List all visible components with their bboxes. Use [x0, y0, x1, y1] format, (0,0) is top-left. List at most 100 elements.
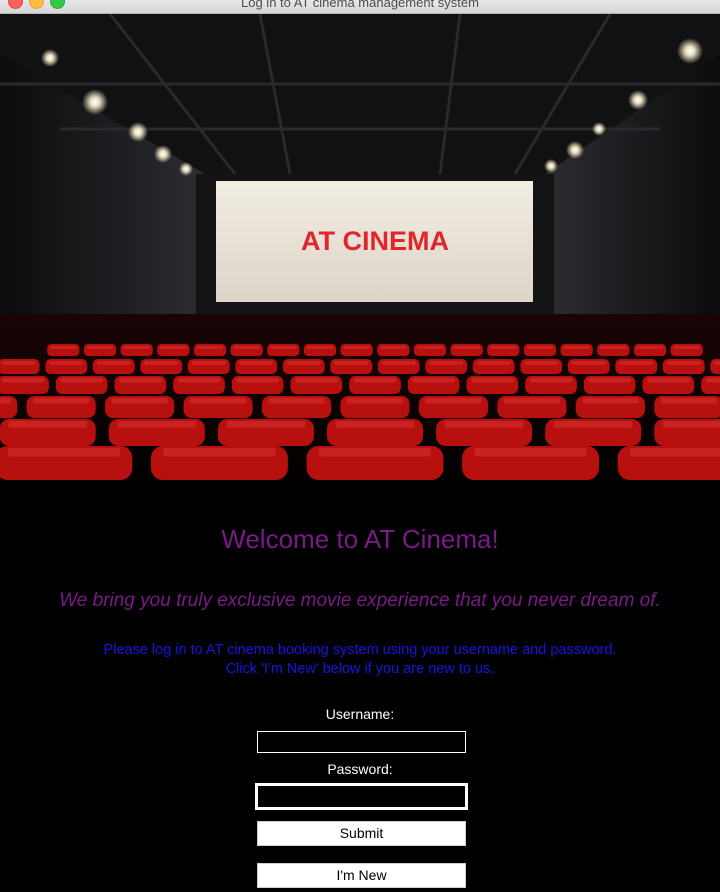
seat	[83, 344, 117, 356]
seat-highlight	[425, 398, 482, 404]
welcome-heading: Welcome to AT Cinema!	[221, 524, 499, 554]
seat	[413, 344, 447, 356]
submit-button[interactable]: Submit	[257, 821, 466, 846]
seat-highlight	[529, 378, 573, 383]
seat-highlight	[471, 378, 514, 383]
tagline-text: We bring you truly exclusive movie exper…	[59, 590, 661, 611]
cinema-hero-image: AT CINEMA	[0, 14, 720, 488]
seat-highlight	[1, 361, 36, 365]
seat-highlight	[503, 398, 561, 404]
seat-highlight	[526, 346, 554, 349]
seat-highlight	[588, 378, 631, 383]
instructions-line-2: Click 'I'm New' below if you are new to …	[225, 661, 495, 677]
seat-highlight	[236, 378, 279, 383]
seat	[267, 344, 300, 356]
seat-highlight	[50, 346, 77, 349]
seat-highlight	[268, 398, 325, 404]
seat	[377, 344, 410, 356]
seat-highlight	[563, 346, 590, 349]
seat	[303, 344, 337, 356]
seat-highlight	[335, 421, 415, 428]
seat-highlight	[86, 346, 114, 349]
seat-highlight	[490, 346, 517, 349]
seat-highlight	[60, 378, 103, 383]
seat-highlight	[191, 361, 226, 365]
seat-highlight	[714, 361, 720, 365]
seat-highlight	[239, 361, 274, 365]
seat-highlight	[353, 378, 397, 383]
seat-highlight	[0, 398, 11, 404]
seat-highlight	[1, 378, 45, 383]
window-titlebar: Log in to AT cinema management system	[0, 0, 720, 14]
seat-highlight	[119, 378, 162, 383]
window-title: Log in to AT cinema management system	[241, 0, 479, 10]
seat-highlight	[160, 346, 187, 349]
seat-highlight	[7, 448, 120, 457]
password-label: Password:	[327, 761, 393, 777]
seat	[487, 344, 520, 356]
seat-highlight	[553, 421, 633, 428]
seat-highlight	[630, 448, 720, 457]
seat-highlight	[96, 361, 131, 365]
seat	[633, 344, 667, 356]
seat-highlight	[474, 448, 587, 457]
seat-highlight	[163, 448, 276, 457]
seat-highlight	[32, 398, 90, 404]
seat-highlight	[571, 361, 606, 365]
seat	[597, 344, 630, 356]
password-input[interactable]	[255, 783, 468, 810]
seat	[193, 344, 227, 356]
seat-highlight	[412, 378, 455, 383]
seat-highlight	[286, 361, 321, 365]
seat	[523, 344, 557, 356]
seat-highlight	[196, 346, 224, 349]
screen-title: AT CINEMA	[301, 226, 449, 256]
seat	[47, 344, 80, 356]
seat-highlight	[343, 346, 370, 349]
seat-highlight	[444, 421, 524, 428]
seat-highlight	[429, 361, 464, 365]
username-input[interactable]	[257, 731, 466, 753]
seat-highlight	[663, 421, 720, 428]
seat-highlight	[416, 346, 444, 349]
username-label: Username:	[325, 706, 395, 722]
seat-highlight	[111, 398, 168, 404]
seat	[340, 344, 373, 356]
seat-highlight	[306, 346, 334, 349]
seat-highlight	[660, 398, 718, 404]
seat-highlight	[177, 378, 221, 383]
seat-highlight	[582, 398, 639, 404]
login-instructions: Please log in to AT cinema booking syste…	[0, 641, 720, 679]
seat	[670, 344, 703, 356]
seat-highlight	[144, 361, 179, 365]
seat-highlight	[666, 361, 701, 365]
seat-highlight	[226, 421, 306, 428]
seat-highlight	[600, 346, 627, 349]
seat-highlight	[673, 346, 700, 349]
seat	[120, 344, 153, 356]
im-new-button[interactable]: I'm New	[257, 863, 466, 888]
seat-highlight	[117, 421, 197, 428]
seat	[157, 344, 190, 356]
seat-highlight	[233, 346, 260, 349]
seat-highlight	[295, 378, 338, 383]
seat-highlight	[270, 346, 297, 349]
instructions-line-1: Please log in to AT cinema booking syste…	[103, 642, 617, 658]
seat-highlight	[319, 448, 431, 457]
seat-highlight	[123, 346, 150, 349]
seat-highlight	[647, 378, 690, 383]
seat-highlight	[705, 378, 720, 383]
seat-highlight	[619, 361, 654, 365]
seat-highlight	[346, 398, 404, 404]
seat	[560, 344, 593, 356]
seat-highlight	[476, 361, 511, 365]
seat-highlight	[453, 346, 480, 349]
seat-highlight	[524, 361, 559, 365]
seat	[230, 344, 263, 356]
seat-highlight	[381, 361, 416, 365]
cinema-hall-illustration: AT CINEMA	[0, 14, 720, 488]
seat-highlight	[636, 346, 664, 349]
seat-highlight	[380, 346, 407, 349]
seat-highlight	[334, 361, 369, 365]
seat	[450, 344, 483, 356]
